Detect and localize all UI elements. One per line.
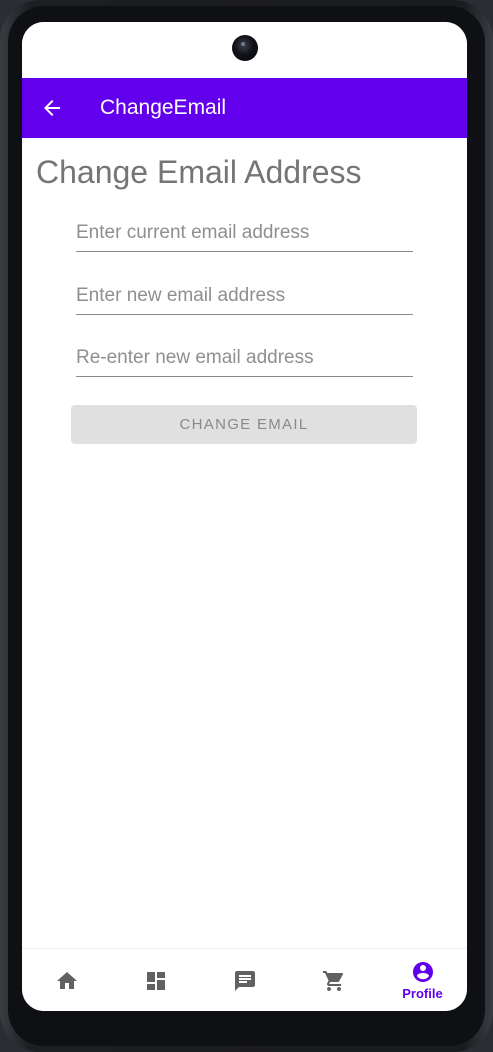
app-bar: ChangeEmail [22, 78, 467, 138]
confirm-new-email-input[interactable] [76, 343, 413, 377]
arrow-back-icon [44, 100, 60, 116]
nav-item-home[interactable] [22, 949, 111, 1011]
back-button[interactable] [36, 92, 68, 124]
front-camera [232, 35, 258, 61]
home-icon [56, 971, 77, 989]
new-email-input[interactable] [76, 281, 413, 315]
app-screen: ChangeEmail Change Email Address CHANGE … [22, 22, 467, 1011]
page-title: Change Email Address [36, 154, 362, 190]
dashboard-icon [146, 971, 165, 990]
current-email-input[interactable] [76, 218, 413, 252]
cart-icon [322, 970, 343, 991]
device-frame: ChangeEmail Change Email Address CHANGE … [0, 0, 493, 1052]
change-email-button[interactable]: CHANGE EMAIL [71, 405, 417, 444]
nav-item-messages[interactable] [200, 949, 289, 1011]
nav-item-dashboard[interactable] [111, 949, 200, 1011]
nav-item-profile-label: Profile [402, 986, 443, 1001]
bottom-navigation: Profile [22, 948, 467, 1011]
message-icon [234, 970, 255, 991]
nav-item-profile[interactable]: Profile [378, 949, 467, 1011]
nav-item-cart[interactable] [289, 949, 378, 1011]
profile-icon [412, 962, 433, 982]
status-area [22, 22, 467, 78]
app-bar-title: ChangeEmail [100, 96, 227, 119]
